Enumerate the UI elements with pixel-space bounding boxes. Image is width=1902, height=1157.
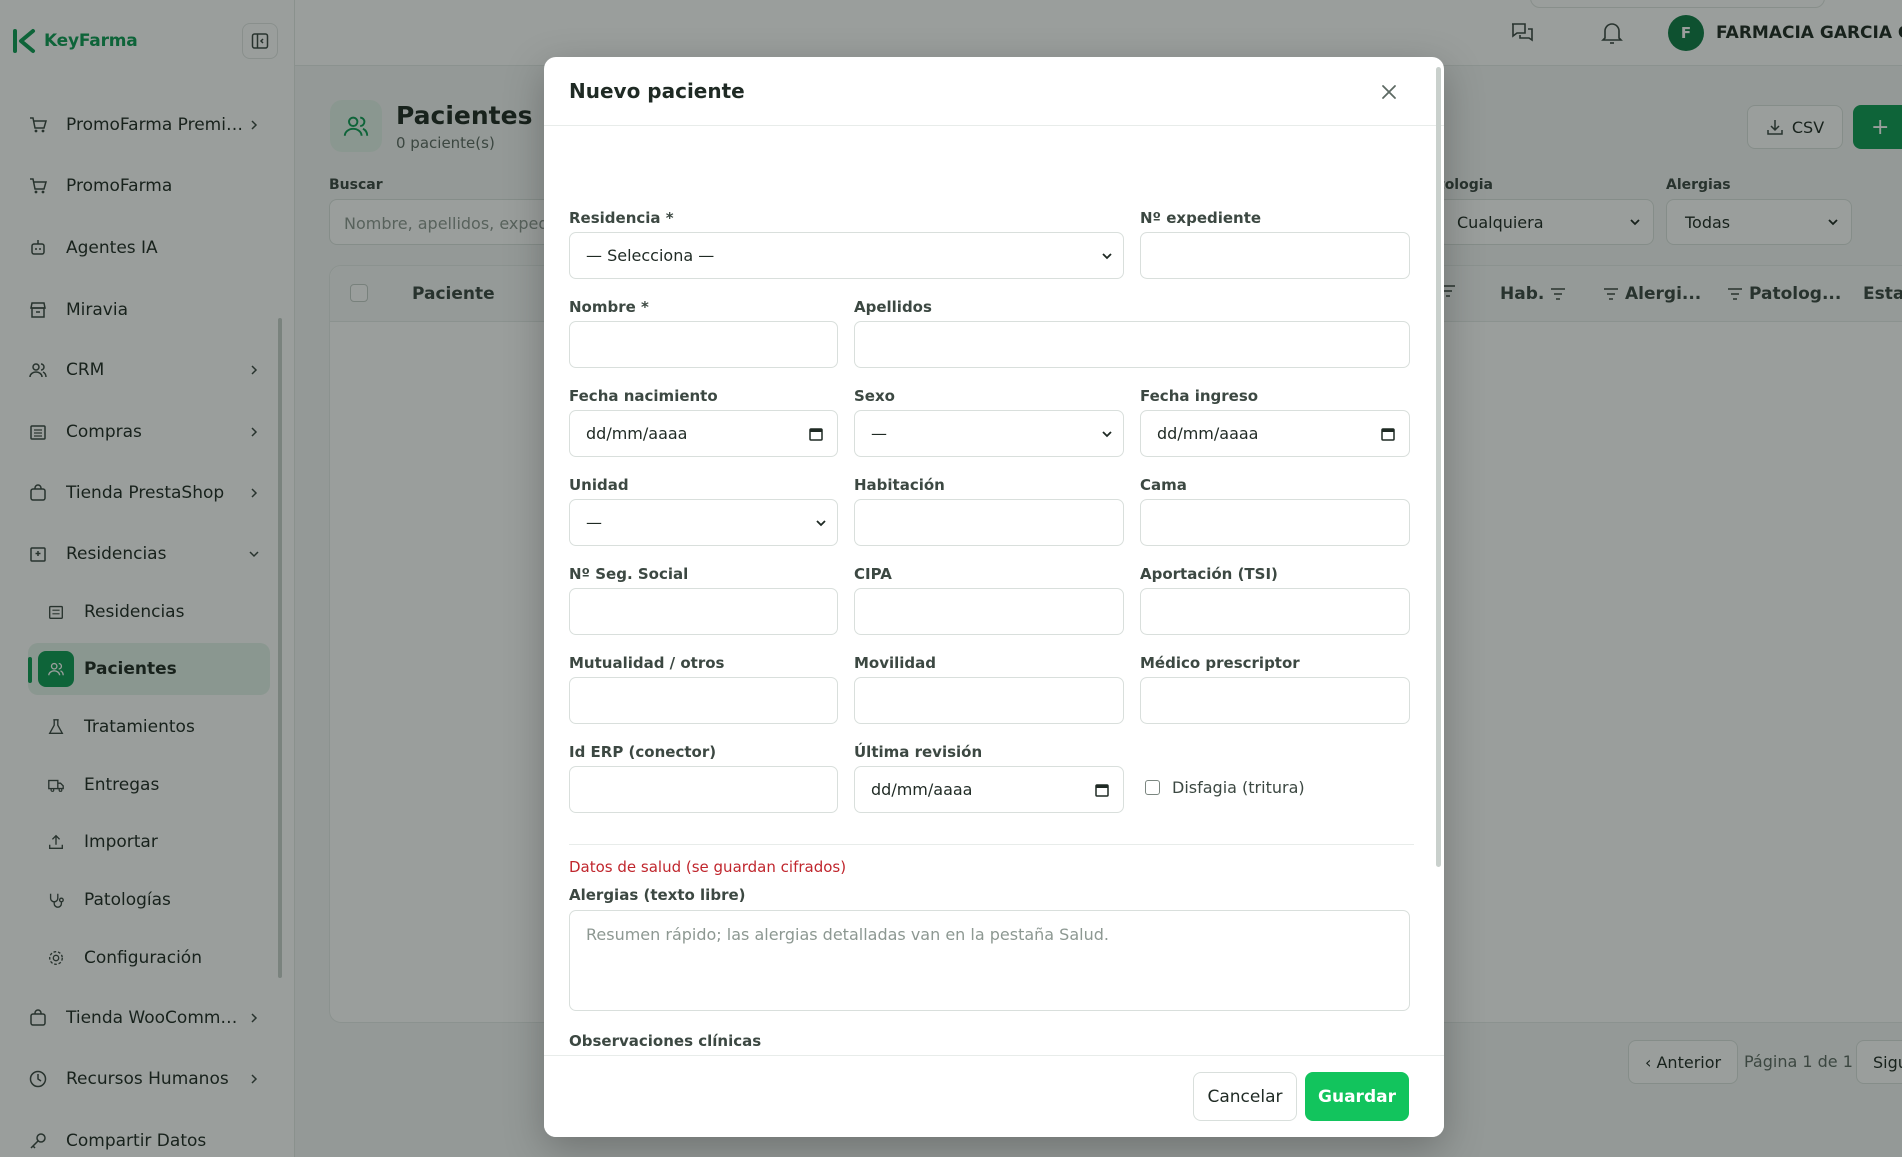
cancel-button[interactable]: Cancelar: [1193, 1072, 1297, 1121]
unidad-label: Unidad: [569, 476, 629, 494]
close-icon: [1382, 85, 1396, 99]
apellidos-label: Apellidos: [854, 298, 932, 316]
nombre-input[interactable]: [569, 321, 838, 368]
chevron-down-icon: [816, 519, 826, 526]
habitacion-label: Habitación: [854, 476, 945, 494]
dialog-header: Nuevo paciente: [544, 57, 1444, 126]
save-button[interactable]: Guardar: [1305, 1072, 1409, 1121]
mutualidad-label: Mutualidad / otros: [569, 654, 725, 672]
mutualidad-input[interactable]: [569, 677, 838, 724]
fecha-ingreso-input[interactable]: dd/mm/aaaa: [1140, 410, 1410, 457]
id-erp-label: Id ERP (conector): [569, 743, 717, 761]
aportacion-input[interactable]: [1140, 588, 1410, 635]
chevron-down-icon: [1102, 252, 1112, 259]
sexo-value: —: [871, 424, 887, 443]
observaciones-label: Observaciones clínicas: [569, 1032, 762, 1050]
habitacion-input[interactable]: [854, 499, 1124, 546]
dialog-body: Residencia * — Selecciona — Nº expedient…: [544, 126, 1434, 1136]
unidad-select[interactable]: —: [569, 499, 838, 546]
disfagia-checkbox-row[interactable]: Disfagia (tritura): [1145, 778, 1305, 797]
cipa-label: CIPA: [854, 565, 892, 583]
close-dialog-button[interactable]: [1374, 77, 1404, 107]
nombre-label: Nombre *: [569, 298, 649, 316]
section-divider: [569, 844, 1414, 845]
dialog-scrollbar[interactable]: [1436, 67, 1441, 867]
cama-label: Cama: [1140, 476, 1187, 494]
fecha-nacimiento-input[interactable]: dd/mm/aaaa: [569, 410, 838, 457]
expediente-input[interactable]: [1140, 232, 1410, 279]
fecha-nacimiento-value: dd/mm/aaaa: [586, 424, 688, 443]
unidad-value: —: [586, 513, 602, 532]
chevron-down-icon: [1102, 430, 1112, 437]
cama-input[interactable]: [1140, 499, 1410, 546]
seg-social-label: Nº Seg. Social: [569, 565, 689, 583]
fecha-ingreso-value: dd/mm/aaaa: [1157, 424, 1259, 443]
disfagia-label: Disfagia (tritura): [1172, 778, 1305, 797]
apellidos-input[interactable]: [854, 321, 1410, 368]
alergias-textarea[interactable]: Resumen rápido; las alergias detalladas …: [569, 910, 1410, 1011]
calendar-icon: [809, 427, 823, 441]
new-patient-dialog: Nuevo paciente Residencia * — Selecciona…: [544, 57, 1444, 1137]
calendar-icon: [1095, 783, 1109, 797]
disfagia-checkbox[interactable]: [1145, 780, 1160, 795]
health-data-notice: Datos de salud (se guardan cifrados): [569, 858, 847, 876]
alergias-label: Alergias (texto libre): [569, 886, 746, 904]
residencia-select[interactable]: — Selecciona —: [569, 232, 1124, 279]
movilidad-input[interactable]: [854, 677, 1124, 724]
aportacion-label: Aportación (TSI): [1140, 565, 1278, 583]
expediente-label: Nº expediente: [1140, 209, 1262, 227]
dialog-title: Nuevo paciente: [569, 79, 745, 103]
movilidad-label: Movilidad: [854, 654, 937, 672]
sexo-label: Sexo: [854, 387, 895, 405]
ultima-revision-input[interactable]: dd/mm/aaaa: [854, 766, 1124, 813]
id-erp-input[interactable]: [569, 766, 838, 813]
ultima-revision-value: dd/mm/aaaa: [871, 780, 973, 799]
fecha-nacimiento-label: Fecha nacimiento: [569, 387, 718, 405]
fecha-ingreso-label: Fecha ingreso: [1140, 387, 1259, 405]
residencia-label: Residencia *: [569, 209, 674, 227]
ultima-revision-label: Última revisión: [854, 743, 983, 761]
cipa-input[interactable]: [854, 588, 1124, 635]
sexo-select[interactable]: —: [854, 410, 1124, 457]
seg-social-input[interactable]: [569, 588, 838, 635]
medico-input[interactable]: [1140, 677, 1410, 724]
medico-label: Médico prescriptor: [1140, 654, 1300, 672]
residencia-value: — Selecciona —: [586, 246, 715, 265]
calendar-icon: [1381, 427, 1395, 441]
